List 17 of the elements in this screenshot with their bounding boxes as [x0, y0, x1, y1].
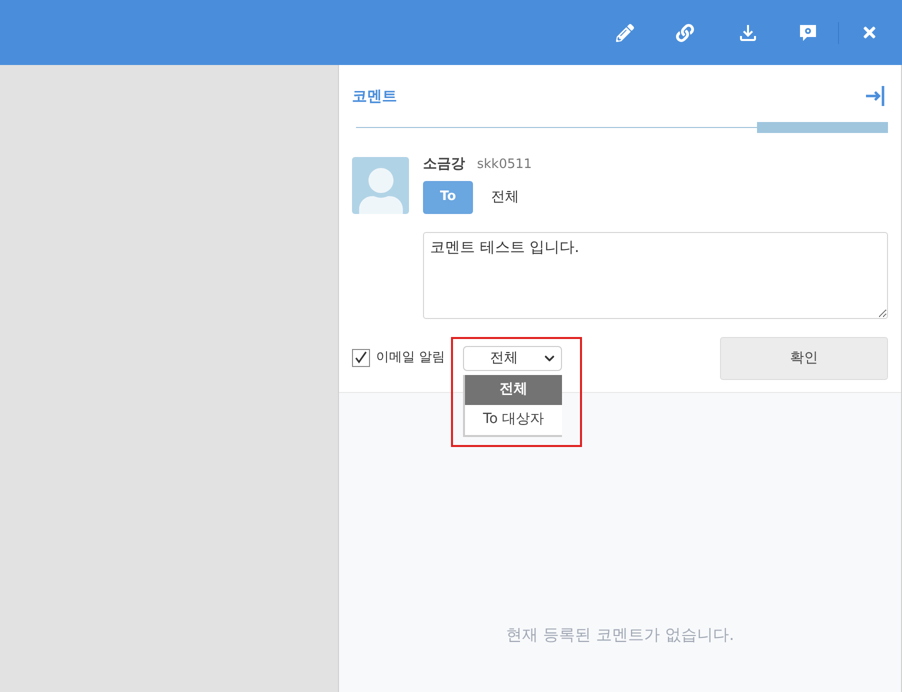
collapse-arrow-icon[interactable]	[865, 85, 885, 108]
select-option[interactable]: 전체	[465, 374, 562, 404]
comment-field[interactable]: 코멘트 테스트 입니다.	[423, 232, 888, 318]
panel-title: 코멘트	[352, 86, 397, 107]
to-badge: To	[423, 180, 473, 214]
author-name: 소금강	[423, 154, 465, 174]
email-checkbox[interactable]	[352, 349, 370, 367]
target-select[interactable]: 전체	[463, 346, 562, 370]
recipient-label: 전체	[491, 188, 519, 206]
close-icon[interactable]	[861, 24, 878, 41]
empty-message: 현재 등록된 코멘트가 없습니다.	[506, 624, 734, 646]
email-notify-label: 이메일 알림	[376, 349, 446, 368]
avatar-placeholder	[352, 156, 409, 214]
confirm-button[interactable]: 확인	[720, 336, 888, 380]
author-id: skk0511	[477, 156, 532, 174]
link-icon[interactable]	[676, 24, 694, 42]
pencil-icon[interactable]	[616, 24, 634, 42]
